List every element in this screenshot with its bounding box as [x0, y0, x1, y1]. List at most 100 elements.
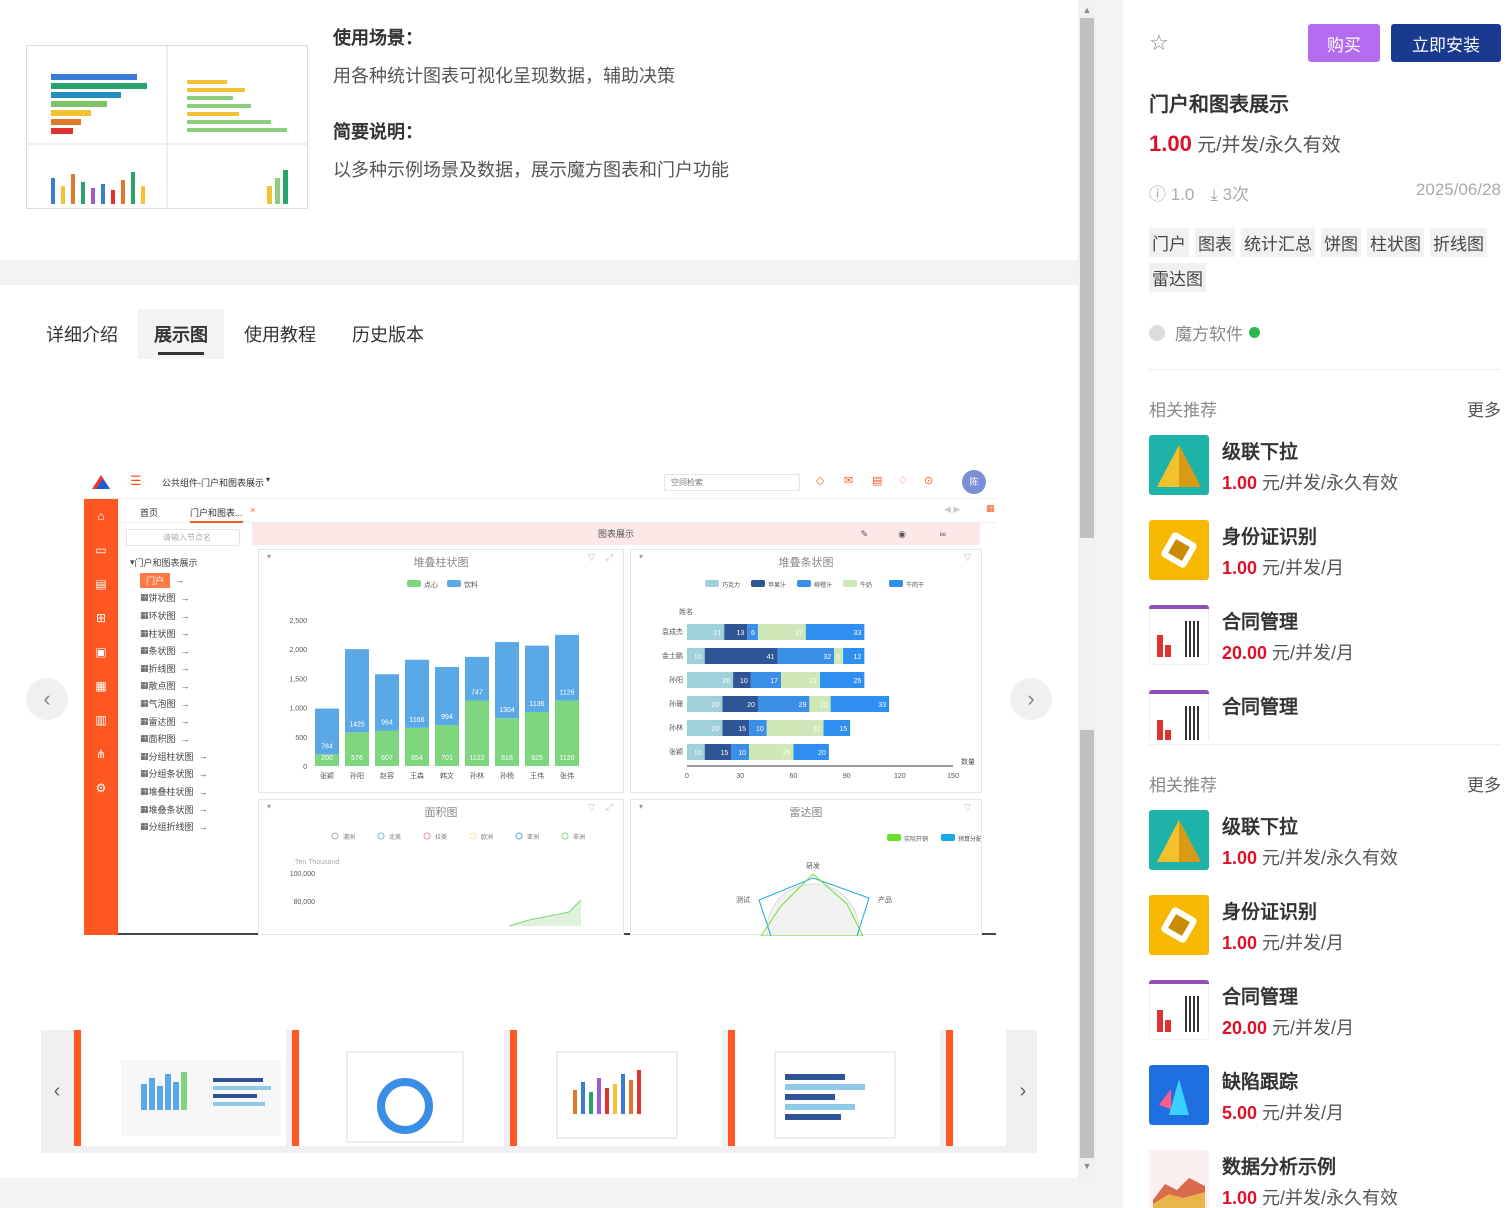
recommend-item[interactable]: 级联下拉 1.00 元/并发/永久有效: [1149, 810, 1501, 872]
data-label: 10: [756, 726, 764, 733]
tree-item[interactable]: ▦ 雷达图 →: [118, 712, 246, 730]
panel-collapse-icon[interactable]: ▾: [267, 802, 271, 811]
scroll-down-icon[interactable]: ▼: [1078, 1158, 1096, 1174]
app-more-icon[interactable]: ⊙: [924, 474, 933, 487]
menu-toggle-icon[interactable]: ☰: [130, 473, 142, 489]
strip-thumbnail[interactable]: [510, 1030, 722, 1146]
monitor-icon[interactable]: ▭: [84, 533, 118, 567]
app-search-input[interactable]: [664, 474, 800, 491]
panel-stacked-column: 堆叠柱状图 ▾ ▽ ⤢ 点心 饮料 0 500 1,000 1,500 2,000 2,500…: [258, 549, 624, 793]
y-tick-label: 100,000: [290, 871, 315, 878]
tree-item[interactable]: ▦ 分组条状图 →: [118, 765, 246, 783]
panel-collapse-icon[interactable]: ▾: [639, 802, 643, 811]
tree-item[interactable]: ▦ 条状图 →: [118, 642, 246, 660]
tree-item[interactable]: ▦ 堆叠条状图 →: [118, 800, 246, 818]
form-icon[interactable]: ▥: [84, 703, 118, 737]
legend-label: 北美: [389, 833, 401, 841]
screen-icon[interactable]: ▣: [84, 635, 118, 669]
settings-icon[interactable]: ⚙: [84, 771, 118, 805]
data-label: 10: [694, 654, 702, 661]
tree-item[interactable]: ▦ 饼状图 →: [118, 589, 246, 607]
area-chart: 澳洲 北美 拉美 欧洲 亚洲 非洲 Ten Thousand 100,000 80,000: [290, 832, 585, 927]
tree-item[interactable]: ▦ 散点图 →: [118, 677, 246, 695]
recommend-item[interactable]: 数据分析示例 1.00 元/并发/永久有效: [1149, 1150, 1501, 1208]
app-message-icon[interactable]: ✉: [844, 474, 853, 487]
close-icon[interactable]: ×: [250, 505, 255, 515]
strip-thumbnail[interactable]: [74, 1030, 286, 1146]
main-scrollbar[interactable]: ▲ ▼: [1078, 0, 1096, 1178]
tree-item[interactable]: ▦ 环状图 →: [118, 607, 246, 625]
legend-marker: [515, 832, 523, 840]
x-axis-label: 数量: [961, 757, 975, 766]
tab-screenshots[interactable]: 展示图: [138, 309, 224, 359]
edit-icon[interactable]: ✎: [860, 523, 868, 545]
filter-icon[interactable]: ▽: [588, 802, 595, 813]
tree-item[interactable]: ▦ 分组柱状图 →: [118, 748, 246, 766]
strip-thumbnail[interactable]: [292, 1030, 504, 1146]
scrollbar-thumb-lower[interactable]: [1080, 730, 1094, 1158]
scrollbar-thumb[interactable]: [1080, 18, 1094, 538]
next-image-button[interactable]: ›: [1010, 678, 1052, 720]
app-tool-icon[interactable]: ◇: [816, 474, 824, 487]
data-label: 25: [783, 750, 791, 757]
data-label: 10: [694, 750, 702, 757]
tab-tutorial[interactable]: 使用教程: [228, 309, 332, 359]
strip-thumbnail[interactable]: [728, 1030, 940, 1146]
app-task-icon[interactable]: ▤: [872, 474, 882, 487]
scroll-up-icon[interactable]: ▲: [1078, 2, 1096, 18]
tree-item-label: 环状图: [148, 611, 176, 622]
data-label: 15: [721, 750, 729, 757]
tree-item[interactable]: ▦ 气泡图 →: [118, 695, 246, 713]
tab-grid-icon[interactable]: ▦: [986, 503, 995, 514]
panel-collapse-icon[interactable]: ▾: [267, 552, 271, 561]
title-dropdown-icon[interactable]: ▾: [266, 475, 270, 484]
app-tab-home[interactable]: 首页: [140, 506, 158, 519]
tab-prev-icon[interactable]: ◀ ▶: [944, 504, 960, 515]
tree-item[interactable]: ▦ 面积图 →: [118, 730, 246, 748]
data-label: 29: [799, 702, 807, 709]
recommend-item[interactable]: 合同管理 20.00 元/并发/月: [1149, 980, 1501, 1042]
tree-item[interactable]: 门户 →: [118, 572, 246, 590]
filter-icon[interactable]: ▽: [964, 802, 971, 813]
tree-search-input[interactable]: 请输入节点名: [126, 529, 240, 546]
app-shirt-icon[interactable]: ♢: [898, 474, 908, 487]
strip-next-button[interactable]: ›: [1007, 1030, 1039, 1153]
expand-icon[interactable]: ⤢: [606, 552, 613, 563]
tree-item[interactable]: ▦ 分组折线图 →: [118, 818, 246, 836]
recommend-price-value: 5.00: [1222, 1103, 1258, 1123]
tree-root[interactable]: ▾ 门户和图表展示: [118, 554, 246, 572]
data-label: 20: [818, 750, 826, 757]
strip-thumbnail[interactable]: [946, 1030, 1006, 1146]
data-label: 20: [747, 702, 755, 709]
tree-root-label: 门户和图表展示: [134, 558, 198, 569]
product-sidebar: ☆ 购买 立即安装 门户和图表展示 1.00 元/并发/永久有效 ⓘ 1.0 ⤓…: [1123, 0, 1505, 1208]
tree-item[interactable]: ▦ 柱状图 →: [118, 624, 246, 642]
intro-thumbnail[interactable]: [26, 45, 308, 209]
strip-prev-button[interactable]: ‹: [41, 1030, 73, 1153]
org-icon[interactable]: ⊞: [84, 601, 118, 635]
tab-detail[interactable]: 详细介绍: [30, 309, 134, 359]
filter-icon[interactable]: ▽: [964, 552, 971, 563]
tab-history[interactable]: 历史版本: [336, 309, 440, 359]
app-avatar[interactable]: 陈: [962, 470, 986, 494]
home-icon[interactable]: ⌂: [84, 499, 118, 533]
recommend-item[interactable]: 身份证识别 1.00 元/并发/月: [1149, 895, 1501, 957]
x-tick-label: 90: [843, 773, 851, 780]
chart-icon[interactable]: ▦: [84, 669, 118, 703]
legend-swatch: [843, 580, 857, 587]
panel-collapse-icon[interactable]: ▾: [639, 552, 643, 561]
stacked-bar-chart: 巧克力 苹果汁 柳橙汁 牛奶 牛肉干姓名袁成杰 21 13 6 27 33 金士鹏 10 41 32 5 12…: [662, 580, 975, 780]
prev-image-button[interactable]: ‹: [26, 678, 68, 720]
tree-item[interactable]: ▦ 折线图 →: [118, 660, 246, 678]
flow-icon[interactable]: ⋔: [84, 737, 118, 771]
eye-icon[interactable]: ◉: [898, 523, 906, 545]
recommend-item[interactable]: 缺陷跟踪 5.00 元/并发/月: [1149, 1065, 1501, 1127]
expand-icon[interactable]: ⤢: [606, 802, 613, 813]
document-icon[interactable]: ▤: [84, 567, 118, 601]
link-icon[interactable]: ∞: [940, 523, 946, 545]
app-tab-current[interactable]: 门户和图表...: [190, 506, 243, 523]
tree-item[interactable]: ▦ 堆叠柱状图 →: [118, 783, 246, 801]
filter-icon[interactable]: ▽: [588, 552, 595, 563]
scene-text: 用各种统计图表可视化呈现数据，辅助决策: [333, 66, 675, 86]
stacked-column-chart: 点心 饮料 0 500 1,000 1,500 2,000 2,500 200 784 张颖 576 1…: [289, 580, 579, 780]
